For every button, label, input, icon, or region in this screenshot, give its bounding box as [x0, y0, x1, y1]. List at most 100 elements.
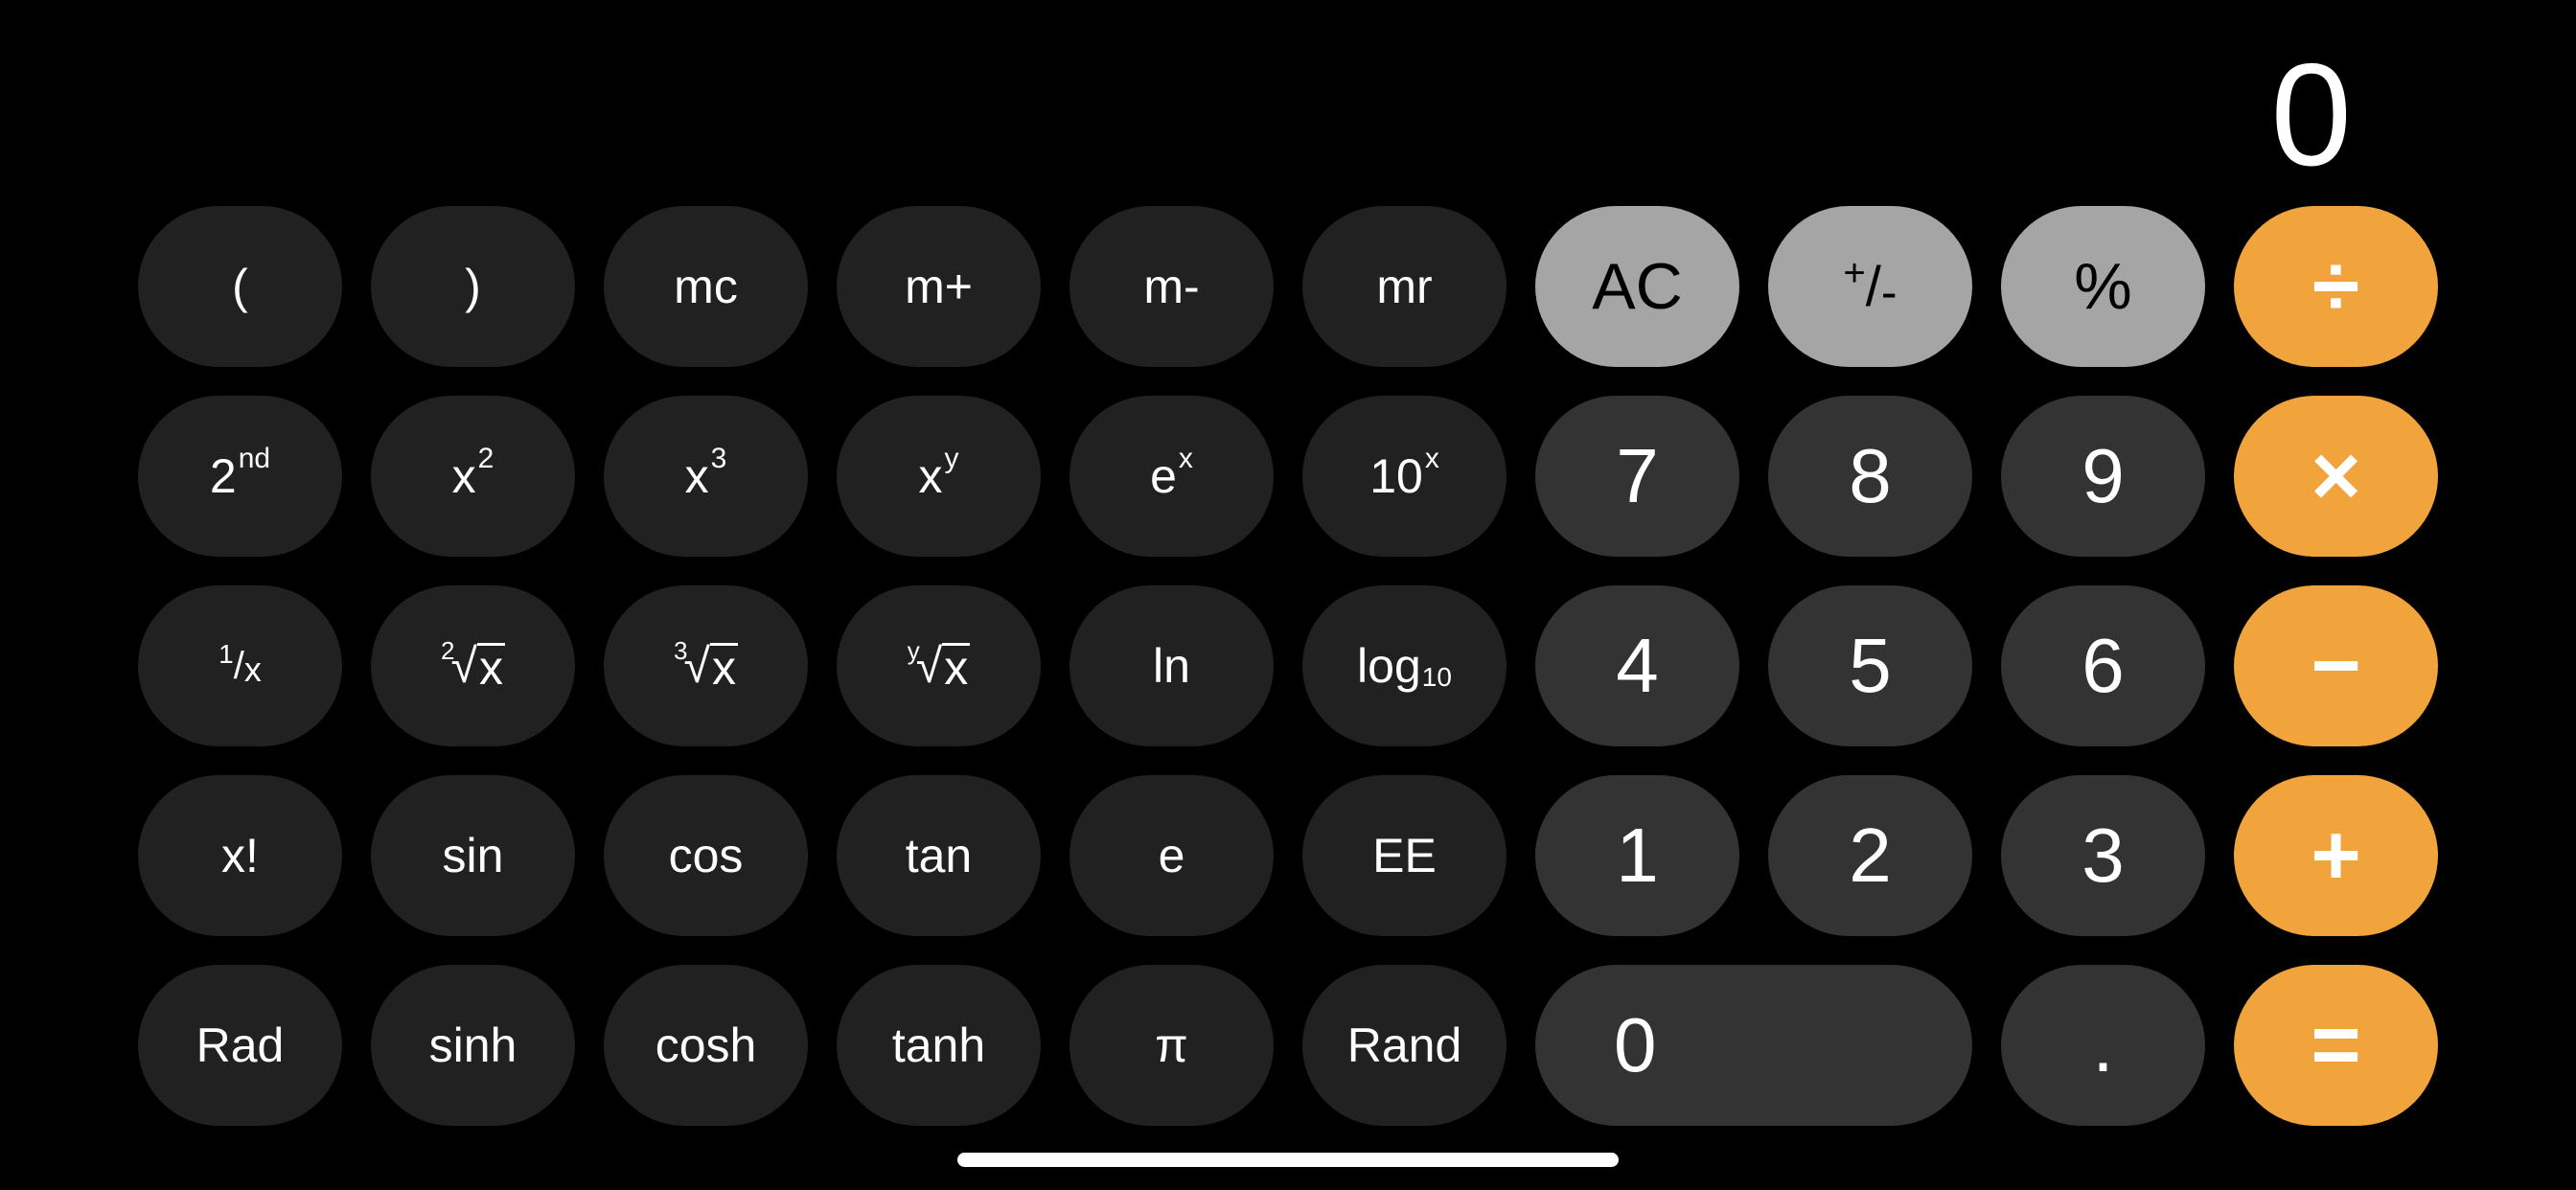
digit-7-label: 7	[1616, 433, 1659, 518]
cos-label: cos	[668, 829, 744, 882]
equals-icon: =	[2311, 996, 2361, 1093]
memory-recall-button[interactable]: mr	[1302, 206, 1506, 367]
pi-label: π	[1155, 1018, 1188, 1072]
sinh-label: sinh	[428, 1018, 518, 1072]
open-paren-button[interactable]: (	[138, 206, 342, 367]
x-cubed-button[interactable]: x3	[604, 396, 808, 557]
digit-2-button[interactable]: 2	[1768, 775, 1972, 936]
ten-power-x-button[interactable]: 10 x	[1302, 396, 1506, 557]
reciprocal-denominator: x	[243, 650, 262, 689]
sin-label: sin	[442, 829, 504, 882]
cube-root-radicand: x	[709, 640, 738, 695]
cube-root-index: 3	[674, 635, 688, 665]
memory-subtract-label: m-	[1143, 260, 1200, 313]
second-base: 2	[209, 449, 237, 503]
x-squared-sup: 2	[477, 443, 494, 474]
reciprocal-numerator: 1	[218, 639, 234, 669]
digit-6-label: 6	[2082, 623, 2125, 708]
second-function-button[interactable]: 2nd	[138, 396, 342, 557]
y-root-radicand: x	[942, 640, 971, 695]
log10-base: log	[1357, 639, 1421, 693]
keypad: ( ) mc m+ m- mr AC + / - % ÷ 2nd x2 x3 xy …	[0, 0, 2576, 1190]
memory-add-button[interactable]: m+	[837, 206, 1041, 367]
x-cubed-sup: 3	[710, 443, 727, 474]
decimal-point-label: .	[2092, 1002, 2114, 1087]
e-power-x-base: e	[1150, 449, 1177, 503]
plus-minus-button[interactable]: + / -	[1768, 206, 1972, 367]
percent-button[interactable]: %	[2001, 206, 2205, 367]
digit-0-button[interactable]: 0	[1535, 965, 1972, 1126]
digit-6-button[interactable]: 6	[2001, 585, 2205, 746]
square-root-button[interactable]: 2 √ x	[371, 585, 575, 746]
close-paren-button[interactable]: )	[371, 206, 575, 367]
memory-add-label: m+	[905, 260, 973, 313]
exponent-label: EE	[1372, 829, 1437, 882]
euler-button[interactable]: e	[1070, 775, 1274, 936]
rad-deg-toggle-button[interactable]: Rad	[138, 965, 342, 1126]
log10-button[interactable]: log 10	[1302, 585, 1506, 746]
home-indicator[interactable]	[957, 1153, 1619, 1167]
subtract-button[interactable]: −	[2234, 585, 2438, 746]
cosh-button[interactable]: cosh	[604, 965, 808, 1126]
natural-log-label: ln	[1153, 639, 1190, 693]
tanh-label: tanh	[891, 1018, 986, 1072]
factorial-button[interactable]: x!	[138, 775, 342, 936]
all-clear-button[interactable]: AC	[1535, 206, 1739, 367]
euler-label: e	[1158, 829, 1185, 882]
x-squared-base: x	[451, 449, 476, 503]
second-sup: nd	[238, 443, 271, 474]
cos-button[interactable]: cos	[604, 775, 808, 936]
y-root-index: y	[907, 635, 920, 665]
divide-icon: ÷	[2312, 238, 2360, 334]
radical-icon: √	[450, 639, 477, 693]
tan-button[interactable]: tan	[837, 775, 1041, 936]
decimal-point-button[interactable]: .	[2001, 965, 2205, 1126]
reciprocal-slash: /	[233, 644, 244, 687]
plus-minus-plus: +	[1843, 251, 1866, 294]
digit-3-button[interactable]: 3	[2001, 775, 2205, 936]
sinh-button[interactable]: sinh	[371, 965, 575, 1126]
plus-minus-slash: /	[1865, 255, 1881, 318]
e-power-x-button[interactable]: ex	[1070, 396, 1274, 557]
digit-1-button[interactable]: 1	[1535, 775, 1739, 936]
plus-icon: +	[2311, 807, 2361, 904]
plus-minus-minus: -	[1880, 265, 1898, 319]
radical-icon: √	[683, 639, 710, 693]
multiply-icon: ×	[2311, 427, 2361, 524]
square-root-radicand: x	[476, 640, 505, 695]
cube-root-button[interactable]: 3 √ x	[604, 585, 808, 746]
multiply-button[interactable]: ×	[2234, 396, 2438, 557]
digit-1-label: 1	[1616, 812, 1659, 898]
x-squared-button[interactable]: x2	[371, 396, 575, 557]
log10-sub: 10	[1421, 662, 1452, 692]
digit-9-button[interactable]: 9	[2001, 396, 2205, 557]
memory-subtract-button[interactable]: m-	[1070, 206, 1274, 367]
x-power-y-sup: y	[944, 443, 959, 474]
digit-0-label: 0	[1614, 1002, 1657, 1087]
digit-4-label: 4	[1616, 623, 1659, 708]
open-paren-label: (	[232, 260, 248, 313]
digit-8-button[interactable]: 8	[1768, 396, 1972, 557]
digit-7-button[interactable]: 7	[1535, 396, 1739, 557]
pi-button[interactable]: π	[1070, 965, 1274, 1126]
x-power-y-base: x	[918, 449, 943, 503]
x-power-y-button[interactable]: xy	[837, 396, 1041, 557]
sin-button[interactable]: sin	[371, 775, 575, 936]
digit-5-button[interactable]: 5	[1768, 585, 1972, 746]
add-button[interactable]: +	[2234, 775, 2438, 936]
tan-label: tan	[905, 829, 973, 882]
random-button[interactable]: Rand	[1302, 965, 1506, 1126]
y-root-button[interactable]: y √ x	[837, 585, 1041, 746]
digit-9-label: 9	[2082, 433, 2125, 518]
digit-5-label: 5	[1849, 623, 1892, 708]
tanh-button[interactable]: tanh	[837, 965, 1041, 1126]
memory-clear-button[interactable]: mc	[604, 206, 808, 367]
equals-button[interactable]: =	[2234, 965, 2438, 1126]
rad-label: Rad	[196, 1018, 285, 1072]
exponent-button[interactable]: EE	[1302, 775, 1506, 936]
natural-log-button[interactable]: ln	[1070, 585, 1274, 746]
divide-button[interactable]: ÷	[2234, 206, 2438, 367]
reciprocal-button[interactable]: 1/x	[138, 585, 342, 746]
memory-clear-label: mc	[674, 260, 738, 313]
digit-4-button[interactable]: 4	[1535, 585, 1739, 746]
